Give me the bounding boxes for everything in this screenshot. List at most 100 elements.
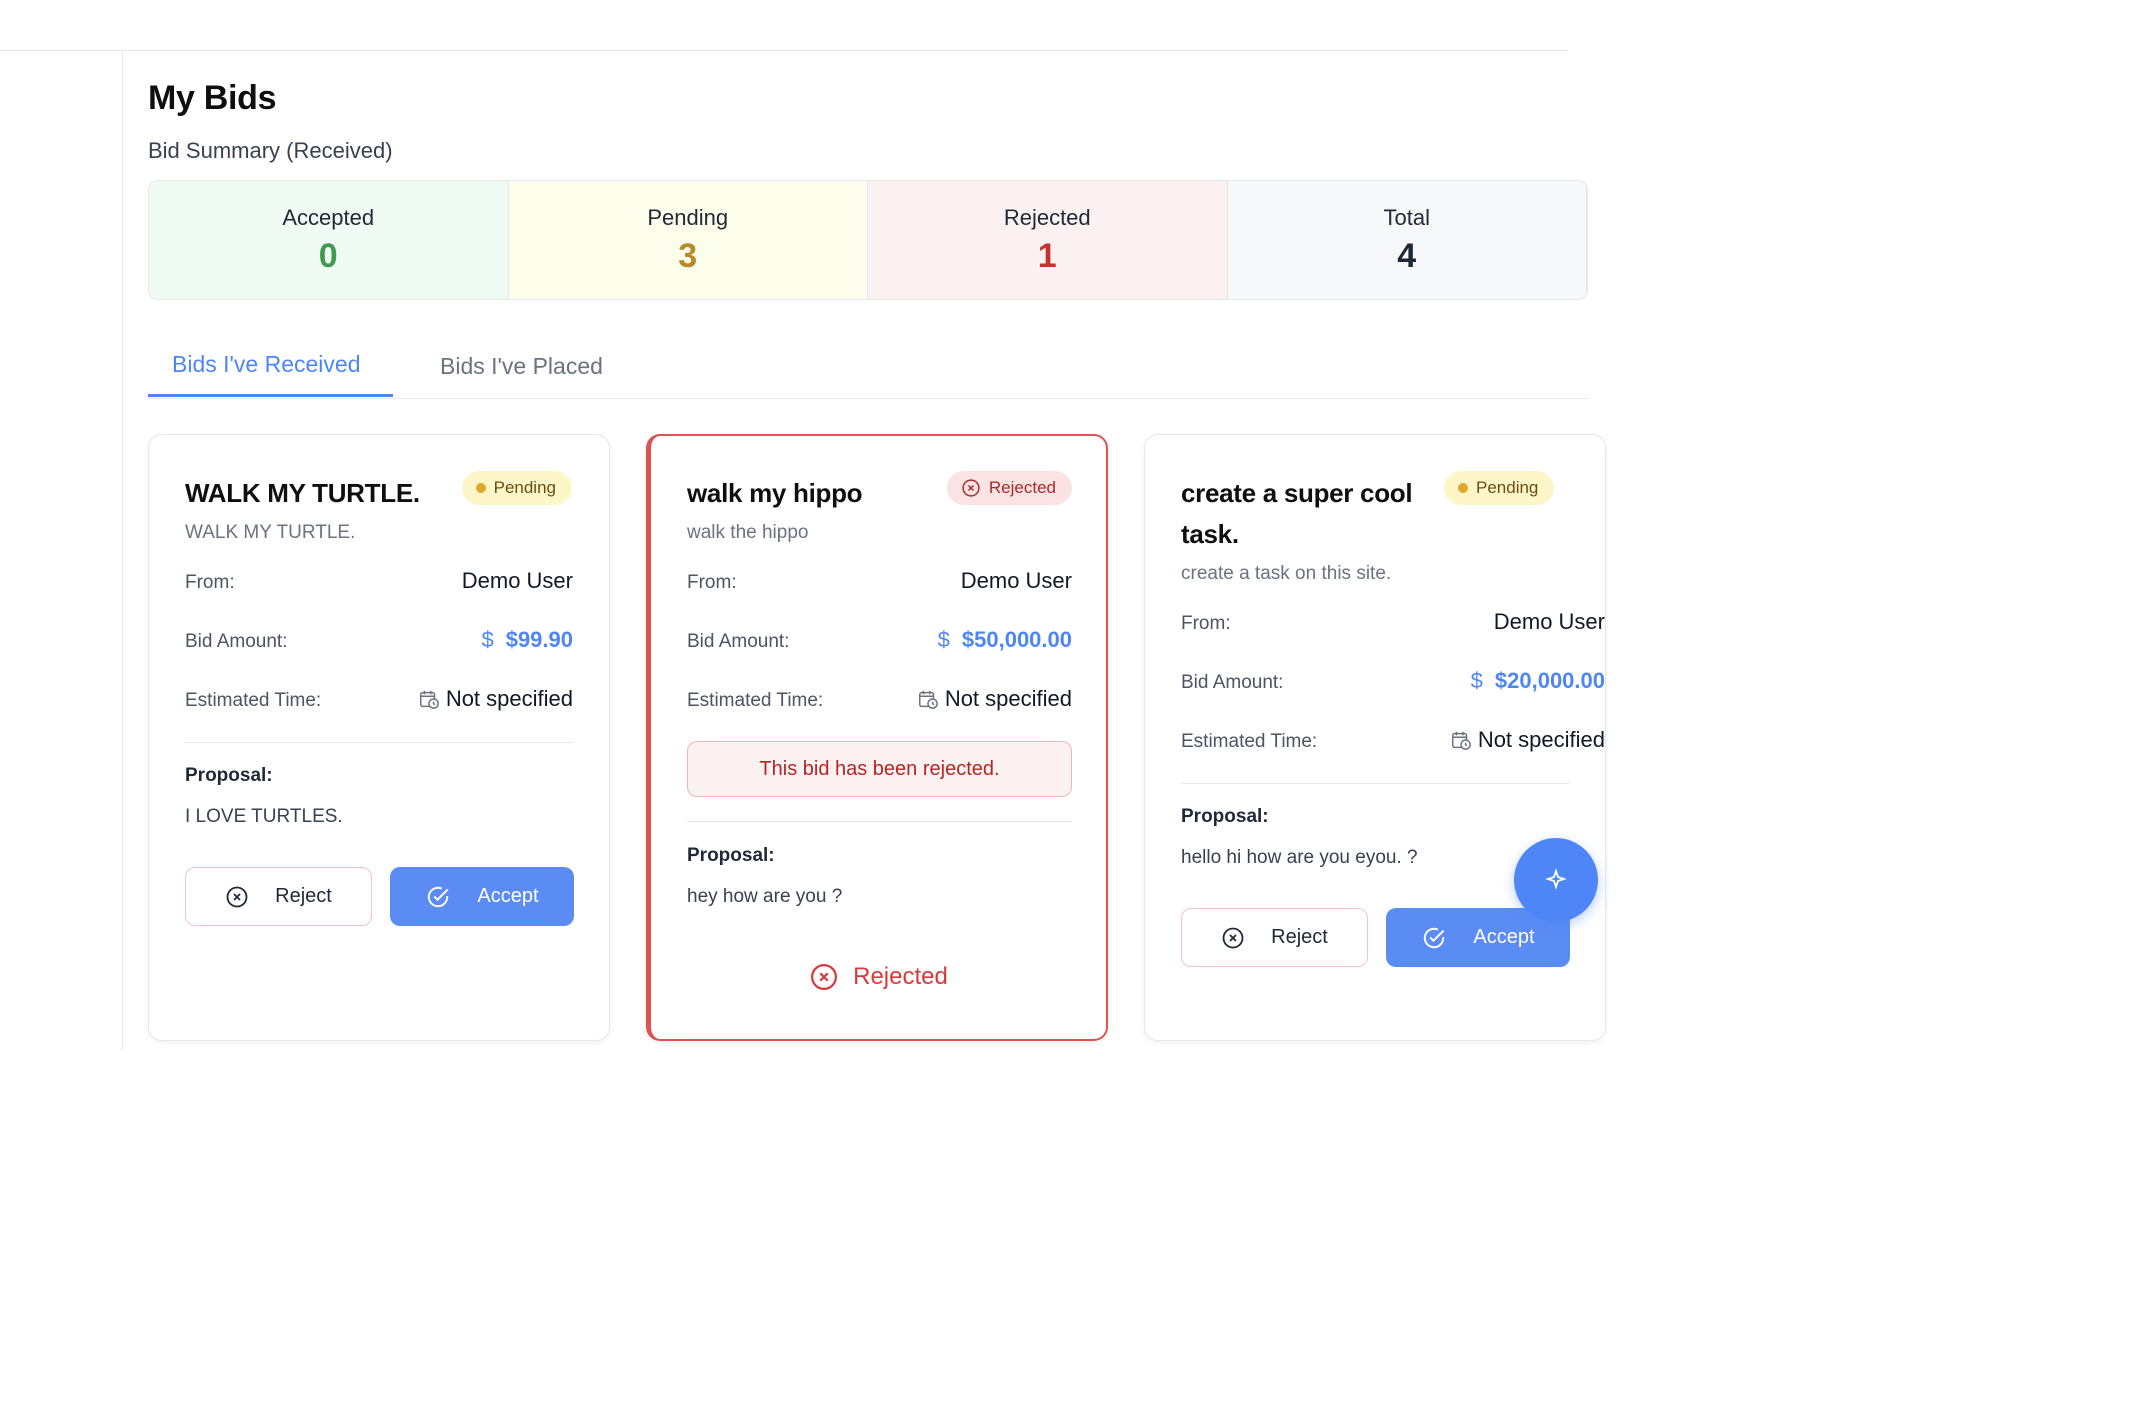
bid-title: WALK MY TURTLE. <box>185 478 420 508</box>
proposal-text: hey how are you ? <box>687 886 843 907</box>
from-value: Demo User <box>461 568 573 593</box>
from-label: From: <box>687 572 737 593</box>
estimated-time-label: Estimated Time: <box>185 690 322 711</box>
accept-button-label: Accept <box>1473 926 1535 948</box>
summary-pending-label: Pending <box>647 205 729 230</box>
bid-title: walk my hippo <box>687 478 863 508</box>
bid-tabs: Bids I've Received Bids I've Placed <box>148 331 1588 399</box>
proposal-label: Proposal: <box>687 845 775 866</box>
from-value: Demo User <box>1493 609 1605 634</box>
summary-total-value: 4 <box>1397 237 1417 275</box>
check-circle-icon <box>1421 925 1447 951</box>
rejected-status-label: Rejected <box>853 963 948 990</box>
summary-total-label: Total <box>1383 205 1430 230</box>
summary-accepted-label: Accepted <box>282 205 375 230</box>
rejected-notice: This bid has been rejected. <box>687 741 1072 797</box>
reject-button[interactable]: Reject <box>185 867 372 926</box>
from-label: From: <box>1181 613 1231 634</box>
reject-button-label: Reject <box>1271 926 1328 948</box>
from-row: From: Demo User <box>185 568 573 598</box>
bid-amount-label: Bid Amount: <box>687 631 790 652</box>
estimated-time-value: Not specified <box>418 686 573 712</box>
card-divider <box>687 821 1072 822</box>
bid-amount-value: $ $99.90 <box>481 627 573 653</box>
card-divider <box>185 742 573 743</box>
summary-rejected-label: Rejected <box>1003 205 1091 230</box>
dollar-icon: $ <box>937 627 950 652</box>
from-label: From: <box>185 572 235 593</box>
estimated-time-text: Not specified <box>445 686 573 711</box>
estimated-time-row: Estimated Time: Not specified <box>1181 727 1605 757</box>
x-circle-icon <box>225 885 249 909</box>
bid-amount-row: Bid Amount: $ $20,000.00 <box>1181 668 1605 698</box>
dollar-icon: $ <box>481 627 494 652</box>
status-badge: Pending <box>1444 471 1555 505</box>
main-content: My Bids Bid Summary (Received) Accepted … <box>148 51 1606 1050</box>
estimated-time-row: Estimated Time: Not specified <box>185 686 573 716</box>
bid-description: create a task on this site. <box>1181 563 1392 584</box>
status-badge: Pending <box>461 471 572 505</box>
calendar-clock-icon <box>1450 729 1472 751</box>
calendar-clock-icon <box>917 688 939 710</box>
summary-rejected-value: 1 <box>1037 237 1057 275</box>
summary-pending-value: 3 <box>678 237 698 275</box>
bid-amount-value: $ $20,000.00 <box>1471 668 1605 694</box>
bid-title: create a super cool task. <box>1181 478 1413 549</box>
summary-pending: Pending 3 <box>508 181 868 299</box>
card-divider <box>1181 783 1569 784</box>
page-title: My Bids <box>148 79 277 117</box>
sidebar <box>0 51 123 1050</box>
calendar-clock-icon <box>418 688 440 710</box>
estimated-time-value: Not specified <box>1450 727 1605 753</box>
tab-bids-received[interactable]: Bids I've Received <box>172 351 360 378</box>
dollar-icon: $ <box>1470 668 1483 693</box>
status-dot-icon <box>1458 483 1468 493</box>
assistant-fab-button[interactable] <box>1514 838 1598 922</box>
from-row: From: Demo User <box>1181 609 1605 639</box>
bid-amount-row: Bid Amount: $ $50,000.00 <box>687 627 1072 657</box>
proposal-text: I LOVE TURTLES. <box>185 806 343 827</box>
from-row: From: Demo User <box>687 568 1072 598</box>
estimated-time-value: Not specified <box>917 686 1072 712</box>
x-circle-icon <box>809 962 839 992</box>
bid-amount-text: $20,000.00 <box>1494 668 1605 693</box>
summary-rejected: Rejected 1 <box>868 181 1228 299</box>
bid-description: walk the hippo <box>687 522 809 543</box>
summary-total: Total 4 <box>1227 181 1587 299</box>
bid-amount-text: $50,000.00 <box>961 627 1072 652</box>
reject-button[interactable]: Reject <box>1181 908 1368 967</box>
status-badge-label: Rejected <box>988 478 1056 497</box>
status-badge-label: Pending <box>1476 478 1539 497</box>
top-bar <box>0 0 1568 51</box>
status-badge: Rejected <box>946 471 1072 505</box>
estimated-time-label: Estimated Time: <box>687 690 824 711</box>
x-circle-icon <box>1221 926 1245 950</box>
proposal-label: Proposal: <box>1181 806 1269 827</box>
check-circle-icon <box>425 884 451 910</box>
rejected-status: Rejected <box>651 962 1106 992</box>
bid-amount-label: Bid Amount: <box>185 631 288 652</box>
active-tab-indicator <box>148 394 393 397</box>
bid-description: WALK MY TURTLE. <box>185 522 356 543</box>
reject-button-label: Reject <box>275 885 332 907</box>
summary-accepted: Accepted 0 <box>149 181 509 299</box>
estimated-time-label: Estimated Time: <box>1181 731 1318 752</box>
bid-amount-label: Bid Amount: <box>1181 672 1284 693</box>
estimated-time-text: Not specified <box>944 686 1072 711</box>
bid-amount-text: $99.90 <box>505 627 573 652</box>
bid-card: create a super cool task. Pending create… <box>1144 434 1606 1041</box>
proposal-text: hello hi how are you eyou. ? <box>1181 847 1418 868</box>
estimated-time-text: Not specified <box>1477 727 1605 752</box>
status-badge-label: Pending <box>493 478 556 497</box>
accept-button[interactable]: Accept <box>390 867 574 926</box>
accept-button-label: Accept <box>477 885 539 907</box>
bid-card: WALK MY TURTLE. Pending WALK MY TURTLE. … <box>148 434 610 1041</box>
bid-summary: Accepted 0 Pending 3 Rejected 1 Total 4 <box>148 180 1588 300</box>
bid-amount-row: Bid Amount: $ $99.90 <box>185 627 573 657</box>
status-dot-icon <box>475 483 486 493</box>
estimated-time-row: Estimated Time: Not specified <box>687 686 1072 716</box>
tab-bids-placed[interactable]: Bids I've Placed <box>440 353 603 380</box>
summary-title: Bid Summary (Received) <box>148 138 393 163</box>
bid-card: walk my hippo Rejected walk the hippo Fr… <box>646 434 1108 1041</box>
summary-accepted-value: 0 <box>318 237 338 275</box>
